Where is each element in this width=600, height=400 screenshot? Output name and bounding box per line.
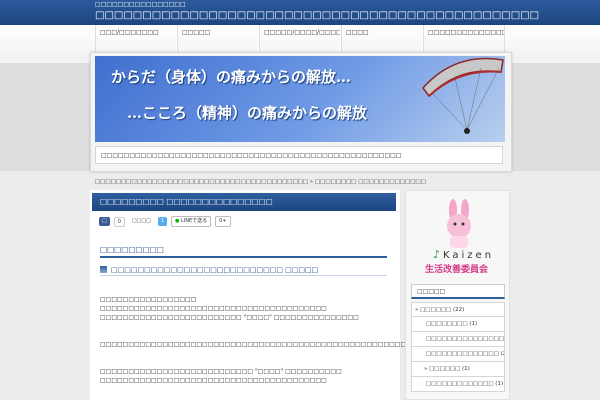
subsection-heading: □□□□□□□□□□□□□□□□□□□□□□□□□□ □□□□□ [100,266,387,276]
google-plus-button[interactable]: 0+ [215,216,231,227]
paragraph-6: □□□□□□□□□□□□□□□□□□□□□□□□□□□□□□□□□□□□□□□□ [100,377,327,384]
site-description: □□□□□□□□□□□□□□□□□□□□□□□□□□□□□□□□□□□□□□□□… [95,146,503,164]
tweet-count: 1 [157,217,168,226]
line-share-label: LINEで送る [180,218,208,224]
site-header: □□□□□□□□□□□□□□□□ □□□□□□□□□□□□□□□□□□□□□□□… [0,0,600,25]
line-icon: ● [175,218,180,224]
site-title[interactable]: □□□□□□□□□□□□□□□□□□□□□□□□□□□□□□□□□□□□□□□□… [95,10,539,21]
category-item[interactable]: » □□□□□□ (1) [411,362,505,377]
category-item[interactable]: □□□□□□□□ (1) [411,317,505,332]
facebook-like-button[interactable]: □ [99,217,110,226]
kaizen-logo[interactable]: ♪ Kaizen 生活改善委員会 [415,196,500,278]
breadcrumb[interactable]: □□□□□□□□□□□□□□□□□□□□□□□□□□□□□□□□□□□□□□□□… [95,179,426,185]
category-item[interactable]: □□□□□□□□□□□□□□ (2) [411,347,505,362]
share-buttons: □ 0 □□□□ 1 ● LINEで送る 0+ [99,216,231,227]
category-item[interactable]: » □□□□□□ (22) [411,302,505,317]
paragraph-1: □□□□□□□□□□□□□□□□□ [100,296,197,303]
facebook-count: 0 [113,216,125,227]
subsection-heading-text: □□□□□□□□□□□□□□□□□□□□□□□□□□ □□□□□ [111,266,319,274]
sidebar-category-heading: □□□□□ [411,284,505,299]
paragraph-5: □□□□□□□□□□□□□□□□□□□□□□□□□□□ "□□□□" □□□□□… [100,368,342,375]
logo-wordmark: Kaizen [443,250,494,261]
post-title: □□□□□□□□□ □□□□□□□□□□□□□□□ [92,193,396,211]
logo-subtitle: 生活改善委員会 [425,263,489,275]
category-item[interactable]: □□□□□□□□□□□□□□□ (1) [411,332,505,347]
header-banner[interactable]: からだ（身体）の痛みからの解放… …こころ（精神）の痛みからの解放 [95,56,505,142]
banner-line-2: …こころ（精神）の痛みからの解放 [127,104,368,122]
svg-text:♪: ♪ [433,248,440,261]
sidebar-category-list: » □□□□□□ (22) □□□□□□□□ (1) □□□□□□□□□□□□□… [411,302,505,392]
paragraph-3: □□□□□□□□□□□□□□□□□□□□□□□□□ "□□□□" □□□□□□□… [100,314,359,321]
category-item[interactable]: □□□□□□□□□□□□□ (1) [411,377,505,392]
paraglider-image [422,57,504,134]
line-share-button[interactable]: ● LINEで送る [171,216,212,227]
heading-marker-icon [100,266,107,273]
banner-line-1: からだ（身体）の痛みからの解放… [111,68,352,86]
paragraph-2: □□□□□□□□□□□□□□□□□□□□□□□□□□□□□□□□□□□□□□□□ [100,305,327,312]
site-subtitle: □□□□□□□□□□□□□□□□ [95,1,186,8]
tweet-button[interactable]: □□□□ [128,217,154,226]
paragraph-4: □□□□□□□□□□□□□□□□□□□□□□□□□□□□□□□□□□□□□□□□… [100,341,452,348]
section-heading: □□□□□□□□□ [100,245,387,258]
